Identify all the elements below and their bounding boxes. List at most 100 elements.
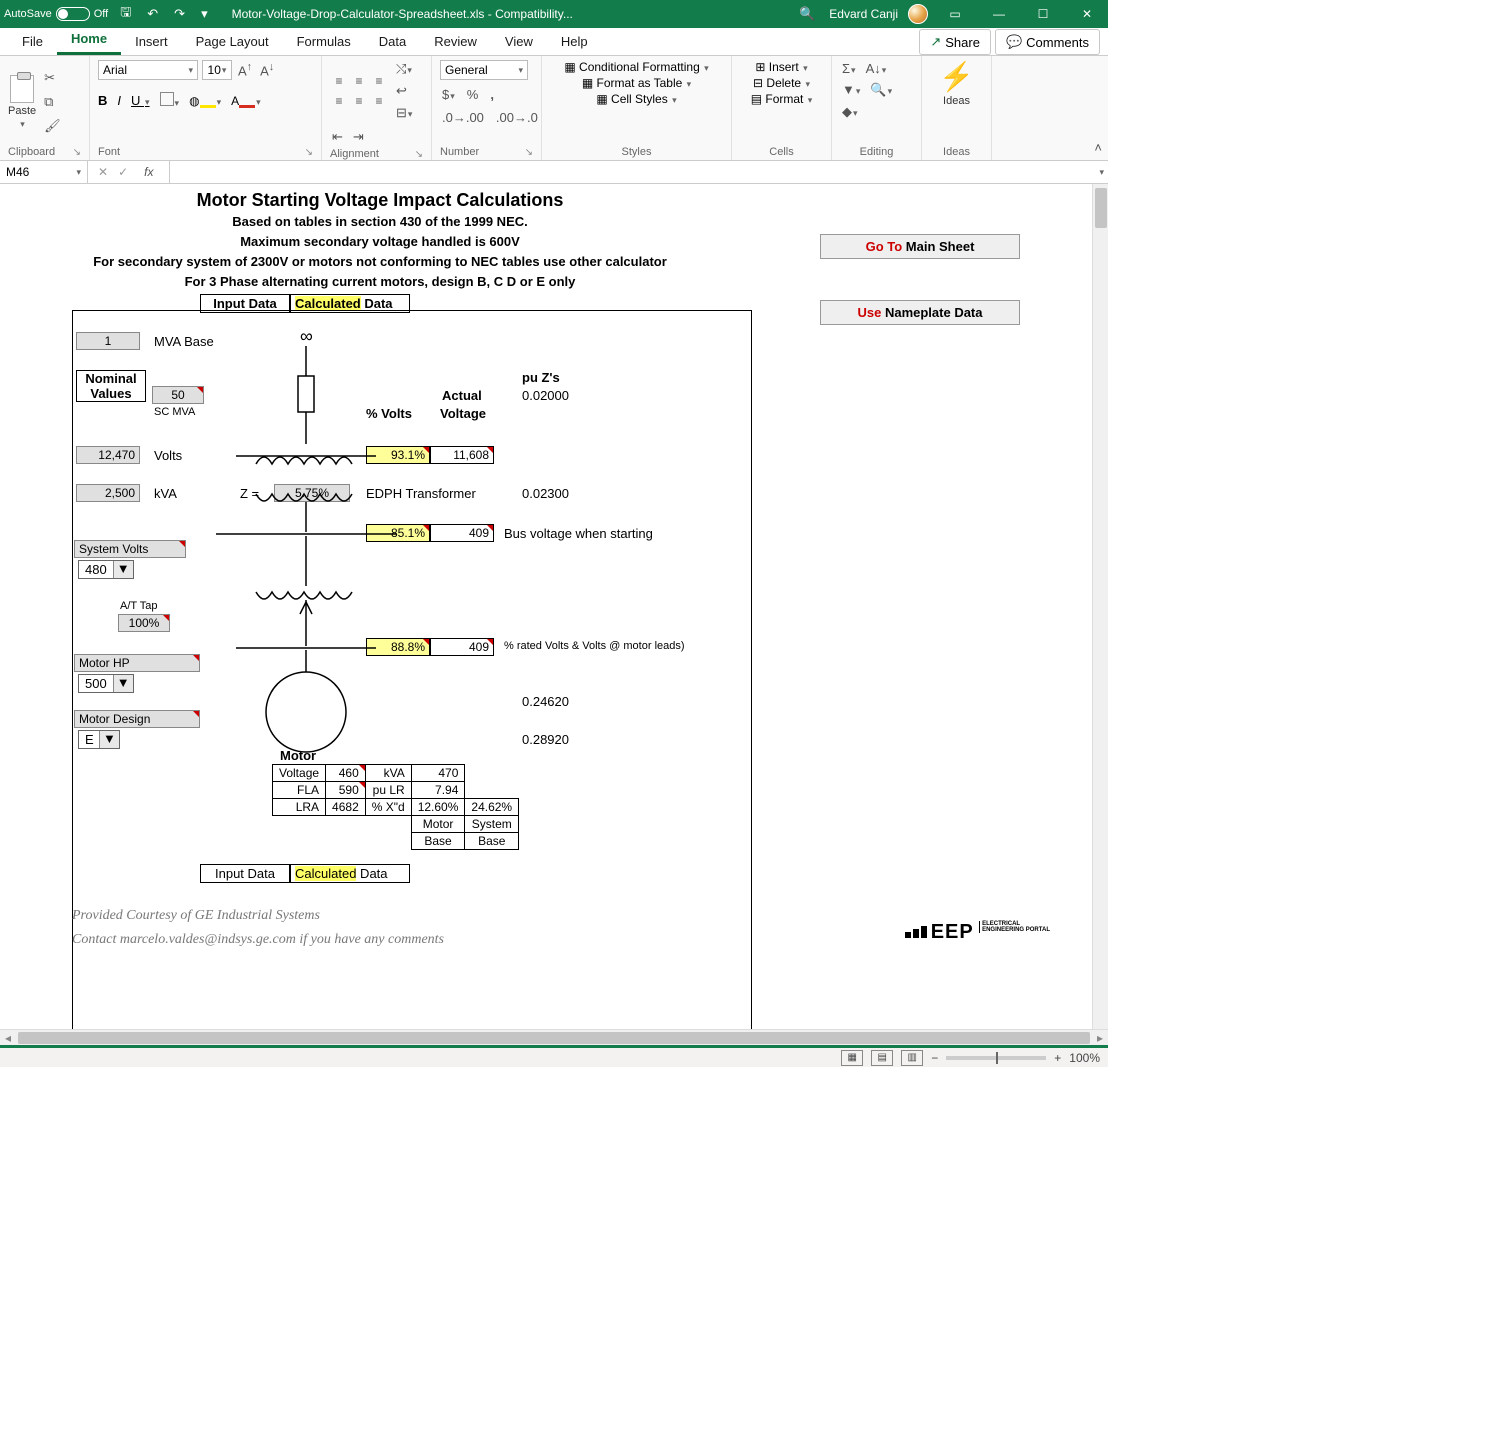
avatar[interactable] [908,4,928,24]
comments-button[interactable]: Comments [995,29,1100,55]
font-color-button[interactable]: A▾ [231,94,261,108]
wrap-text-icon[interactable]: ↩ [394,82,414,100]
expand-formula-bar-icon[interactable]: ▾ [1095,167,1108,178]
zoom-slider[interactable] [946,1056,1046,1060]
group-label-ideas: Ideas [930,144,983,158]
number-launcher-icon[interactable]: ↘ [525,147,533,158]
use-nameplate-button[interactable]: Use Nameplate Data [820,300,1020,325]
tab-view[interactable]: View [491,28,547,55]
ideas-button[interactable]: ⚡ Ideas [930,60,983,144]
goto-main-sheet-button[interactable]: Go To Main Sheet [820,234,1020,259]
alignment-buttons[interactable]: ≡≡≡≡≡≡ [330,72,388,110]
font-name-select[interactable]: Arial▾ [98,60,198,80]
tab-page-layout[interactable]: Page Layout [182,28,283,55]
italic-button[interactable]: I [117,93,121,108]
tab-file[interactable]: File [8,28,57,55]
tab-review[interactable]: Review [420,28,491,55]
shrink-font-icon[interactable]: A↓ [258,60,276,79]
ideas-icon: ⚡ [939,60,974,93]
increase-indent-icon[interactable]: ⇥ [351,128,366,146]
group-label-font: Font [98,144,120,158]
group-styles: ▦ Conditional Formatting ▾ ▦ Format as T… [542,56,732,160]
page-layout-view-button[interactable]: ▤ [871,1050,893,1066]
worksheet[interactable]: Motor Starting Voltage Impact Calculatio… [0,184,1092,1029]
font-size-select[interactable]: 10▾ [202,60,232,80]
tab-help[interactable]: Help [547,28,602,55]
footer-line2: Contact marcelo.valdes@indsys.ge.com if … [72,932,444,948]
vertical-scrollbar[interactable] [1092,184,1108,1029]
cells-delete-button[interactable]: ⊟ Delete ▾ [753,76,810,90]
format-as-table-button[interactable]: ▦ Format as Table ▾ [582,76,691,90]
group-cells: ⊞ Insert ▾ ⊟ Delete ▾ ▤ Format ▾ Cells [732,56,832,160]
border-icon [160,92,174,106]
zoom-level[interactable]: 100% [1069,1051,1100,1065]
format-painter-icon[interactable]: 🖌 [42,117,63,135]
group-label-cells: Cells [740,144,823,158]
tab-home[interactable]: Home [57,25,121,55]
qat-dropdown-icon[interactable]: ▾ [197,4,212,24]
one-line-diagram: ∞ [0,184,760,884]
fx-icon[interactable]: fx [138,165,159,179]
accounting-icon[interactable]: $▾ [440,86,457,103]
underline-button[interactable]: U ▾ [131,93,150,108]
decrease-indent-icon[interactable]: ⇤ [330,128,345,146]
ribbon-tabs: File Home Insert Page Layout Formulas Da… [0,28,1108,56]
cells-insert-button[interactable]: ⊞ Insert ▾ [755,60,807,74]
sheet-area: Motor Starting Voltage Impact Calculatio… [0,184,1108,1029]
search-icon[interactable]: 🔍 [795,4,819,24]
increase-decimal-icon[interactable]: .0→.00 [440,109,486,126]
decrease-decimal-icon[interactable]: .00→.0 [494,109,540,126]
autosave-toggle[interactable]: AutoSave Off [4,7,108,21]
ribbon-mode-icon[interactable]: ▭ [938,3,972,25]
copy-icon[interactable]: ⧉ [42,93,63,111]
paste-button[interactable]: Paste ▾ [8,75,36,130]
grow-font-icon[interactable]: A↑ [236,60,254,79]
share-button[interactable]: Share [919,29,991,55]
conditional-formatting-button[interactable]: ▦ Conditional Formatting ▾ [564,60,708,74]
find-select-icon[interactable]: 🔍▾ [868,81,894,99]
share-icon [930,34,941,50]
save-icon[interactable]: 🖫 [116,1,135,27]
group-label-editing: Editing [840,144,913,158]
cancel-formula-icon[interactable]: ✕ [98,165,108,179]
orientation-icon[interactable]: ⤭▾ [394,60,414,78]
name-box[interactable]: M46▾ [0,161,88,183]
horizontal-scrollbar[interactable]: ◂▸ [0,1029,1108,1045]
fill-color-button[interactable]: ◍▾ [189,94,221,108]
document-title: Motor-Voltage-Drop-Calculator-Spreadshee… [232,7,573,21]
zoom-out-button[interactable]: − [931,1051,938,1065]
collapse-ribbon-icon[interactable]: ˄ [1092,139,1104,156]
normal-view-button[interactable]: ▦ [841,1050,863,1066]
sort-filter-icon[interactable]: A↓▾ [864,60,889,77]
clear-icon[interactable]: ◆▾ [840,103,860,121]
fill-icon[interactable]: ▼▾ [840,81,862,99]
tab-data[interactable]: Data [365,28,420,55]
page-break-view-button[interactable]: ▥ [901,1050,923,1066]
align-launcher-icon[interactable]: ↘ [415,149,423,160]
tab-insert[interactable]: Insert [121,28,182,55]
user-name: Edvard Canji [829,7,898,21]
bold-button[interactable]: B [98,93,107,108]
autosum-icon[interactable]: Σ▾ [840,60,858,77]
close-button[interactable]: ✕ [1070,3,1104,25]
redo-icon[interactable]: ↷ [170,4,189,24]
formula-input[interactable] [170,161,1094,183]
clipboard-icon [10,75,34,103]
enter-formula-icon[interactable]: ✓ [118,165,128,179]
cut-icon[interactable]: ✂ [42,69,63,87]
cells-format-button[interactable]: ▤ Format ▾ [751,92,813,106]
maximize-button[interactable]: ☐ [1026,3,1060,25]
comma-icon[interactable]: , [488,86,496,103]
cell-styles-button[interactable]: ▦ Cell Styles ▾ [596,92,676,106]
clipboard-launcher-icon[interactable]: ↘ [73,147,81,158]
minimize-button[interactable]: — [982,3,1016,25]
number-format-select[interactable]: General▾ [440,60,528,80]
borders-button[interactable]: ▾ [160,92,180,109]
zoom-in-button[interactable]: + [1054,1051,1061,1065]
tab-formulas[interactable]: Formulas [283,28,365,55]
eep-logo: EEP ELECTRICALENGINEERING PORTAL [905,921,1050,944]
undo-icon[interactable]: ↶ [143,4,162,24]
merge-icon[interactable]: ⊟▾ [394,104,414,122]
font-launcher-icon[interactable]: ↘ [305,147,313,158]
percent-icon[interactable]: % [465,86,481,103]
